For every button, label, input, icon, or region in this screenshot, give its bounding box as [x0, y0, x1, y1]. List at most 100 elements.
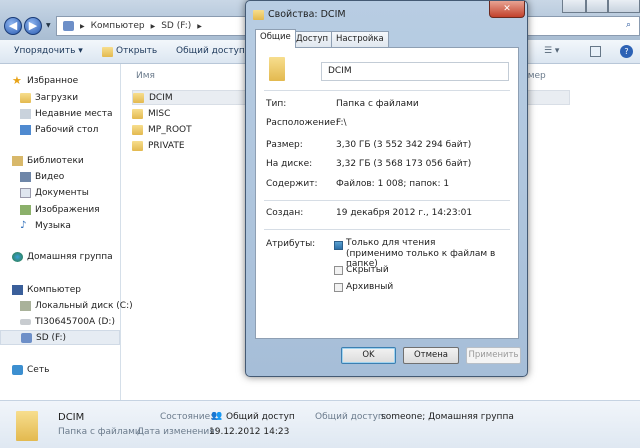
nav-label: Компьютер [27, 284, 81, 295]
details-state-value: Общий доступ [226, 412, 295, 422]
nav-label: Сеть [27, 364, 50, 375]
file-name: DCIM [149, 92, 173, 103]
tab-sharing[interactable]: Доступ [291, 31, 334, 48]
ok-button[interactable]: OK [341, 347, 396, 364]
help-icon[interactable]: ? [620, 45, 633, 58]
contains-value: Файлов: 1 008; папок: 1 [336, 179, 450, 189]
nav-label: Изображения [35, 204, 100, 215]
nav-favorites[interactable]: ★ Избранное [12, 73, 132, 88]
maximize-button[interactable] [586, 0, 608, 13]
nav-label: Документы [35, 187, 89, 198]
shared-users-icon: 👥 [211, 411, 223, 421]
folder-name-input[interactable]: DCIM [321, 62, 509, 81]
local-disk-icon [20, 300, 31, 311]
attributes-label: Атрибуты: [266, 239, 316, 249]
location-label: Расположение: [266, 118, 339, 128]
nav-libraries[interactable]: Библиотеки [12, 153, 132, 168]
open-button[interactable]: Открыть [116, 46, 157, 56]
recent-places-icon [20, 108, 31, 119]
divider [264, 200, 510, 201]
view-options-icon[interactable]: ☰ ▾ [544, 46, 559, 56]
share-button[interactable]: Общий доступ ▾ [176, 46, 252, 56]
nav-computer[interactable]: Компьютер [12, 282, 132, 297]
network-icon [12, 364, 23, 375]
nav-disk-f[interactable]: SD (F:) [0, 330, 120, 345]
breadcrumb-separator-icon: ▶ [150, 22, 156, 30]
readonly-checkbox[interactable] [334, 241, 343, 250]
size-on-disk-label: На диске: [266, 159, 313, 169]
location-value: F:\ [336, 118, 347, 128]
nav-label: Библиотеки [27, 155, 84, 166]
nav-label: Недавние места [35, 108, 113, 119]
archive-checkbox[interactable] [334, 283, 343, 292]
nav-label: Музыка [35, 220, 71, 231]
nav-label: Избранное [27, 75, 79, 86]
apply-button[interactable]: Применить [466, 347, 521, 364]
column-header-name[interactable]: Имя [136, 71, 155, 81]
nav-label: SD (F:) [36, 332, 67, 343]
general-tab-panel: DCIM Тип: Папка с файлами Расположение: … [255, 47, 519, 339]
images-icon [20, 204, 31, 215]
details-modified-value: 19.12.2012 14:23 [209, 427, 290, 437]
tab-customize[interactable]: Настройка [331, 31, 389, 48]
libraries-icon [12, 155, 23, 166]
file-name: PRIVATE [148, 140, 185, 151]
type-value: Папка с файлами [336, 99, 419, 109]
nav-label: Видео [35, 171, 65, 182]
folder-large-icon [16, 411, 38, 441]
created-label: Создан: [266, 208, 304, 218]
minimize-button[interactable] [562, 0, 586, 13]
sd-drive-icon [63, 21, 74, 31]
navigation-pane: ★ Избранное Загрузки Недавние места Рабоч… [0, 64, 133, 400]
contains-label: Содержит: [266, 179, 318, 189]
folder-icon [132, 140, 143, 151]
divider [264, 229, 510, 230]
nav-homegroup[interactable]: Домашняя группа [12, 249, 132, 264]
readonly-label: Только для чтения [346, 238, 436, 248]
history-dropdown-icon[interactable]: ▼ [46, 22, 51, 29]
breadcrumb-sd[interactable]: SD (F:) [161, 21, 191, 31]
computer-icon [12, 284, 23, 295]
close-window-button[interactable] [608, 0, 640, 13]
forward-button[interactable]: ▶ [24, 17, 42, 35]
cancel-button[interactable]: Отмена [403, 347, 459, 364]
search-icon[interactable]: ⌕ [626, 20, 631, 30]
open-icon [102, 47, 113, 57]
star-icon: ★ [12, 73, 22, 87]
documents-icon [20, 187, 31, 198]
organize-button[interactable]: Упорядочить ▾ [14, 46, 83, 56]
details-state-label: Состояние: [160, 412, 214, 422]
created-value: 19 декабря 2012 г., 14:23:01 [336, 208, 473, 218]
nav-label: Загрузки [35, 92, 79, 103]
details-modified-label: Дата изменения: [137, 427, 218, 437]
nav-label: Локальный диск (C:) [35, 300, 133, 311]
video-icon [20, 171, 31, 182]
folder-icon [253, 10, 264, 20]
tab-general[interactable]: Общие [255, 29, 296, 48]
details-type: Папка с файлами [58, 427, 141, 437]
dialog-close-button[interactable]: ✕ [489, 1, 525, 18]
breadcrumb-separator-icon: ▶ [197, 22, 202, 30]
nav-network[interactable]: Сеть [12, 362, 132, 377]
folder-icon [133, 92, 144, 103]
breadcrumb-computer[interactable]: Компьютер [91, 21, 145, 31]
size-value: 3,30 ГБ (3 552 342 294 байт) [336, 140, 472, 150]
back-button[interactable]: ◀ [4, 17, 22, 35]
properties-dialog: Свойства: DCIM ✕ Общие Доступ Настройка … [245, 0, 528, 377]
desktop-icon [20, 124, 31, 135]
nav-label: TI30645700A (D:) [35, 316, 115, 327]
file-name: MP_ROOT [148, 124, 192, 135]
details-shared-value: someone; Домашняя группа [381, 412, 514, 422]
dialog-title: Свойства: DCIM [268, 9, 346, 20]
folder-icon [132, 124, 143, 135]
preview-pane-icon[interactable] [590, 46, 601, 57]
homegroup-icon [12, 251, 23, 262]
hidden-checkbox[interactable] [334, 266, 343, 275]
size-on-disk-value: 3,32 ГБ (3 568 173 056 байт) [336, 159, 472, 169]
size-label: Размер: [266, 140, 303, 150]
file-name: MISC [148, 108, 171, 119]
nav-label: Рабочий стол [35, 124, 99, 135]
divider [264, 90, 510, 91]
details-pane: DCIM Папка с файлами Состояние: 👥 Общий … [0, 400, 640, 448]
sd-drive-icon [21, 332, 32, 343]
